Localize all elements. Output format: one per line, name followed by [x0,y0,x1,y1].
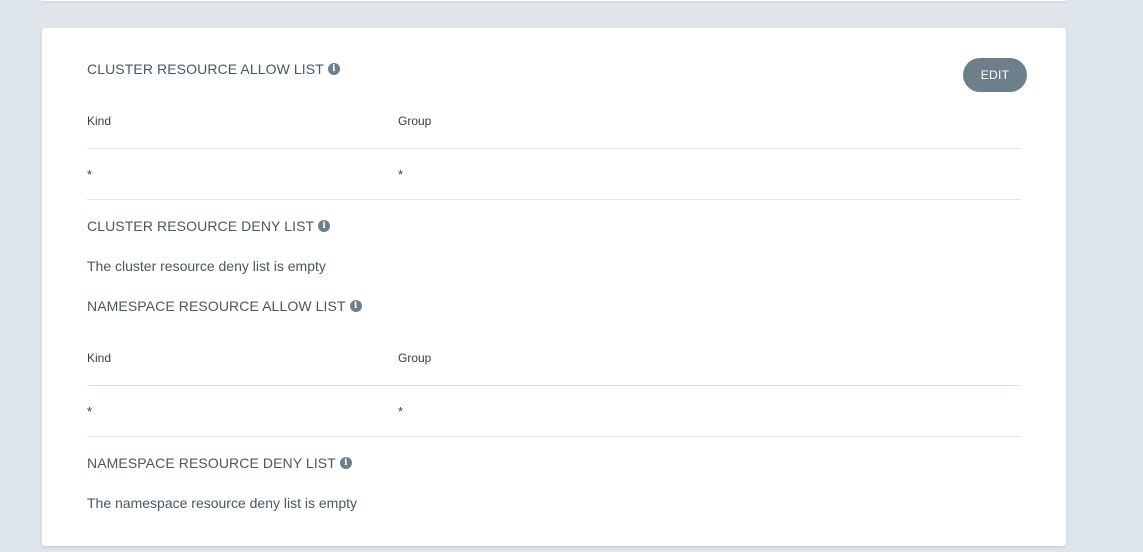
cluster-deny-list-title: CLUSTER RESOURCE DENY LIST i [87,218,331,234]
cell-kind: * [87,167,93,182]
column-header-kind: Kind [87,114,112,128]
table-row: * * [87,386,1021,437]
namespace-deny-empty-text: The namespace resource deny list is empt… [87,495,358,511]
previous-card-edge [42,0,1066,1]
info-icon[interactable]: i [318,220,331,232]
cluster-allow-list-title: CLUSTER RESOURCE ALLOW LIST i [87,61,340,77]
namespace-allow-table: Kind Group * * [87,335,1021,437]
cell-group: * [398,167,404,182]
cluster-allow-list-title-label: CLUSTER RESOURCE ALLOW LIST [87,61,324,77]
namespace-allow-list-title: NAMESPACE RESOURCE ALLOW LIST i [87,298,362,314]
info-icon[interactable]: i [339,457,352,469]
table-header: Kind Group [87,98,1021,149]
edit-button[interactable]: EDIT [963,58,1027,92]
namespace-deny-list-title: NAMESPACE RESOURCE DENY LIST i [87,455,352,471]
namespace-allow-list-title-label: NAMESPACE RESOURCE ALLOW LIST [87,298,346,314]
column-header-group: Group [398,351,432,365]
table-header: Kind Group [87,335,1021,386]
cell-group: * [398,404,404,419]
cluster-deny-list-title-label: CLUSTER RESOURCE DENY LIST [87,218,315,234]
column-header-kind: Kind [87,351,112,365]
cell-kind: * [87,404,93,419]
info-icon[interactable]: i [349,300,362,312]
cluster-allow-table: Kind Group * * [87,98,1021,200]
cluster-deny-empty-text: The cluster resource deny list is empty [87,258,326,274]
namespace-deny-list-title-label: NAMESPACE RESOURCE DENY LIST [87,455,336,471]
resource-lists-card: CLUSTER RESOURCE ALLOW LIST i EDIT Kind … [42,28,1066,546]
column-header-group: Group [398,114,432,128]
info-icon[interactable]: i [327,63,340,75]
table-row: * * [87,149,1021,200]
